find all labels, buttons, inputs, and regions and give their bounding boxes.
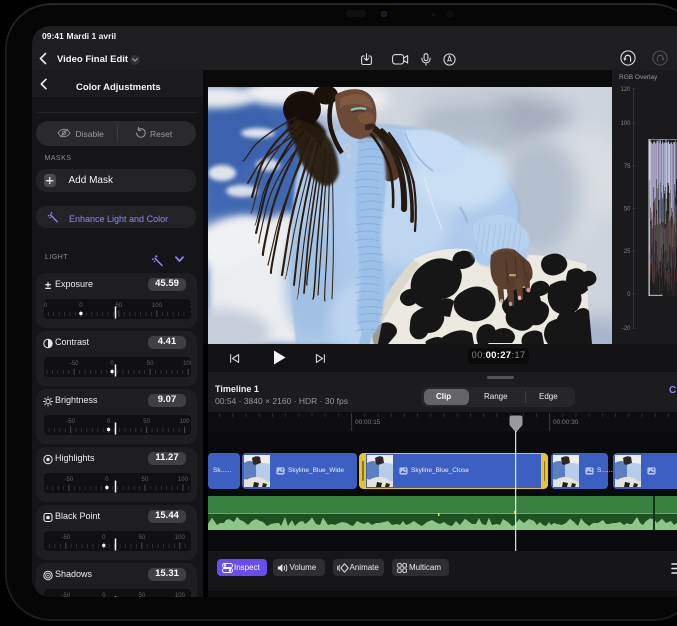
svg-text:75: 75 — [624, 164, 631, 170]
svg-text:-50: -50 — [66, 419, 75, 425]
svg-text:±: ± — [45, 280, 51, 291]
svg-text:0: 0 — [627, 292, 631, 298]
svg-text:00:00:30: 00:00:30 — [553, 419, 579, 426]
svg-text:-50: -50 — [65, 477, 74, 483]
svg-text:25: 25 — [624, 249, 631, 255]
svg-text:0: 0 — [105, 477, 109, 483]
svg-text:-50: -50 — [70, 361, 79, 367]
svg-text:50: 50 — [139, 593, 146, 597]
svg-text:-50: -50 — [62, 593, 71, 597]
svg-text:50: 50 — [143, 419, 150, 425]
svg-text:50: 50 — [624, 207, 631, 213]
svg-text:50: 50 — [142, 477, 149, 483]
svg-text:100: 100 — [175, 593, 186, 597]
svg-text:00:00:15: 00:00:15 — [355, 419, 381, 426]
svg-text:-50: -50 — [44, 303, 48, 309]
svg-text:0: 0 — [79, 303, 83, 309]
svg-text:120: 120 — [620, 87, 631, 93]
svg-text:0: 0 — [110, 361, 114, 367]
svg-text:50: 50 — [116, 303, 123, 309]
svg-text:0: 0 — [107, 419, 111, 425]
svg-text:150: 150 — [190, 303, 191, 309]
svg-text:100: 100 — [620, 121, 631, 127]
svg-text:100: 100 — [183, 361, 190, 367]
svg-text:0: 0 — [102, 593, 106, 597]
svg-text:0: 0 — [102, 535, 106, 541]
svg-text:100: 100 — [180, 419, 191, 425]
svg-text:50: 50 — [138, 535, 145, 541]
svg-text:-20: -20 — [622, 326, 631, 332]
svg-text:-50: -50 — [61, 535, 70, 541]
svg-text:100: 100 — [178, 477, 189, 483]
svg-text:50: 50 — [147, 361, 154, 367]
svg-text:100: 100 — [175, 535, 186, 541]
svg-text:100: 100 — [152, 303, 163, 309]
